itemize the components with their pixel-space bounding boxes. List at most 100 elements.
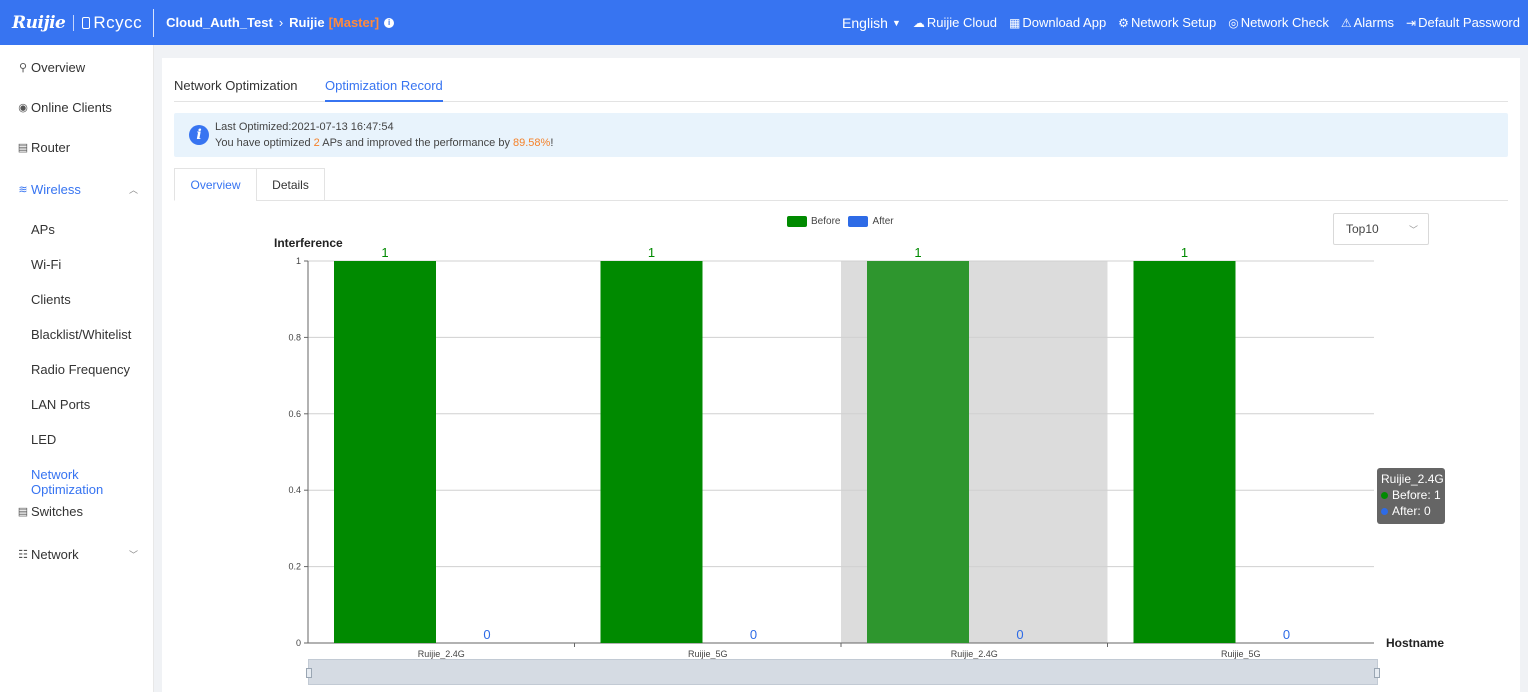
download-app-label: Download App <box>1022 15 1107 30</box>
data-label-after: 0 <box>1016 627 1023 642</box>
qrcode-icon: ▦ <box>1008 15 1021 30</box>
sidebar-sub-lan-ports[interactable]: LAN Ports <box>31 397 90 412</box>
logout-icon: ⇥ <box>1406 15 1417 30</box>
network-setup-label: Network Setup <box>1130 15 1217 30</box>
sidebar: ⚲ Overview ◉ Online Clients ▤ Router ≋ Wirel… <box>0 45 154 692</box>
tooltip-before-value: Before: 1 <box>1392 488 1441 502</box>
default-password-link[interactable]: ⇥ Default Password <box>1406 15 1520 30</box>
y-tick-label: 0.6 <box>288 409 301 419</box>
brand-logo[interactable]: Ruijie Rcycc <box>0 0 142 45</box>
data-label-before: 1 <box>914 245 921 260</box>
sidebar-sub-radio-frequency[interactable]: Radio Frequency <box>31 362 130 377</box>
bar-before <box>1133 261 1236 643</box>
y-tick-label: 0.8 <box>288 332 301 342</box>
y-tick-label: 0.4 <box>288 485 301 495</box>
ruijie-logo: Ruijie <box>12 12 66 33</box>
sidebar-item-wireless[interactable]: ≋ Wireless ︿ <box>0 181 154 197</box>
interference-bar-chart: 0 0.2 0.4 0.6 0.8 1 1 0 Ruijie_2.4G 1 0 Ruijie_5G 1 0… <box>288 245 1374 659</box>
header-nav: English ▼ ☁ Ruijie Cloud ▦ Download App ⚙ Ne… <box>830 0 1520 45</box>
sidebar-item-label: Online Clients <box>31 99 112 115</box>
x-tick-label: Ruijie_2.4G <box>951 649 998 659</box>
bar-before <box>600 261 703 643</box>
sidebar-sub-wifi[interactable]: Wi-Fi <box>31 257 61 272</box>
before-dot-icon <box>1381 491 1388 499</box>
y-tick-label: 0.2 <box>288 562 301 572</box>
top-header: Ruijie Rcycc Cloud_Auth_Test › Ruijie [M… <box>0 0 1528 45</box>
ruijie-cloud-link[interactable]: ☁ Ruijie Cloud <box>913 15 997 30</box>
tooltip-after-row: After: 0 <box>1381 503 1441 519</box>
alarms-label: Alarms <box>1353 15 1395 30</box>
tooltip-before-row: Before: 1 <box>1381 487 1441 503</box>
data-label-after: 0 <box>1283 627 1290 642</box>
data-label-before: 1 <box>1181 245 1188 260</box>
data-label-after: 0 <box>750 627 757 642</box>
language-label: English <box>842 14 888 31</box>
cloud-icon: ☁ <box>912 15 925 30</box>
breadcrumb-project[interactable]: Cloud_Auth_Test <box>166 15 273 30</box>
reyee-logo: Rcycc <box>82 13 142 33</box>
alarm-icon: ⚠ <box>1340 15 1352 30</box>
sidebar-sub-aps[interactable]: APs <box>31 222 55 237</box>
router-icon: ▤ <box>17 141 29 154</box>
bar-before <box>334 261 436 643</box>
sidebar-item-router[interactable]: ▤ Router <box>0 139 154 155</box>
breadcrumb-device[interactable]: Ruijie <box>289 15 324 30</box>
sidebar-item-label: Router <box>31 139 71 155</box>
sidebar-sub-clients[interactable]: Clients <box>31 292 71 307</box>
after-dot-icon <box>1381 507 1388 515</box>
default-password-label: Default Password <box>1418 15 1520 30</box>
data-label-before: 1 <box>381 245 388 260</box>
network-check-label: Network Check <box>1240 15 1329 30</box>
sidebar-sub-blacklist-whitelist[interactable]: Blacklist/Whitelist <box>31 327 131 342</box>
y-tick-label: 0 <box>296 638 301 648</box>
chart-tooltip: Ruijie_2.4G Before: 1 After: 0 <box>1377 468 1445 524</box>
data-label-before: 1 <box>648 245 655 260</box>
download-app-link[interactable]: ▦ Download App <box>1009 15 1106 30</box>
chevron-up-icon: ︿ <box>128 184 138 195</box>
chevron-right-icon: › <box>278 15 284 30</box>
main-panel: Network Optimization Optimization Record… <box>162 58 1520 692</box>
network-check-icon: ◎ <box>1228 15 1239 30</box>
sidebar-item-switches[interactable]: ▤ Switches <box>0 503 154 519</box>
logo-separator <box>73 14 75 31</box>
wifi-icon: ≋ <box>18 183 28 196</box>
network-check-link[interactable]: ◎ Network Check <box>1228 15 1329 30</box>
network-setup-link[interactable]: ⚙ Network Setup <box>1118 15 1216 30</box>
sidebar-item-label: Overview <box>31 59 86 75</box>
language-select[interactable]: English ▼ <box>842 15 901 31</box>
role-badge: [Master] <box>328 15 380 30</box>
reyee-mark-icon <box>82 16 91 29</box>
ruijie-cloud-label: Ruijie Cloud <box>926 15 997 30</box>
y-tick-label: 1 <box>296 256 301 266</box>
breadcrumb: Cloud_Auth_Test › Ruijie [Master] i <box>166 15 395 30</box>
header-divider <box>153 8 155 37</box>
sidebar-item-online-clients[interactable]: ◉ Online Clients <box>0 99 154 115</box>
sidebar-item-label: Network <box>31 546 79 562</box>
switch-icon: ▤ <box>17 505 29 518</box>
reyee-logo-text: Rcycc <box>93 12 143 32</box>
chart-zoom-slider[interactable] <box>306 659 1380 685</box>
user-circle-icon: ◉ <box>18 101 28 114</box>
zoom-handle-left[interactable] <box>306 668 312 678</box>
data-label-after: 0 <box>483 627 490 642</box>
sidebar-sub-network-optimization[interactable]: Network Optimization <box>31 467 153 497</box>
tooltip-after-value: After: 0 <box>1392 504 1431 518</box>
bar-before <box>867 261 969 643</box>
chevron-down-icon: ﹀ <box>128 549 138 560</box>
sidebar-sub-led[interactable]: LED <box>31 432 56 447</box>
x-tick-label: Ruijie_2.4G <box>418 649 465 659</box>
sliders-icon: ☷ <box>18 548 28 561</box>
info-icon[interactable]: i <box>384 17 395 28</box>
x-tick-label: Ruijie_5G <box>1221 649 1261 659</box>
tooltip-title: Ruijie_2.4G <box>1381 472 1444 486</box>
sidebar-item-label: Switches <box>31 503 84 519</box>
sidebar-item-network[interactable]: ☷ Network ﹀ <box>0 546 154 562</box>
x-tick-label: Ruijie_5G <box>688 649 728 659</box>
topology-icon: ⚲ <box>18 61 28 74</box>
sidebar-item-label: Wireless <box>31 181 81 197</box>
chevron-down-icon: ▼ <box>891 17 901 28</box>
zoom-handle-right[interactable] <box>1374 668 1380 678</box>
network-setup-icon: ⚙ <box>1118 15 1129 30</box>
alarms-link[interactable]: ⚠ Alarms <box>1341 15 1394 30</box>
sidebar-item-overview[interactable]: ⚲ Overview <box>0 59 154 75</box>
